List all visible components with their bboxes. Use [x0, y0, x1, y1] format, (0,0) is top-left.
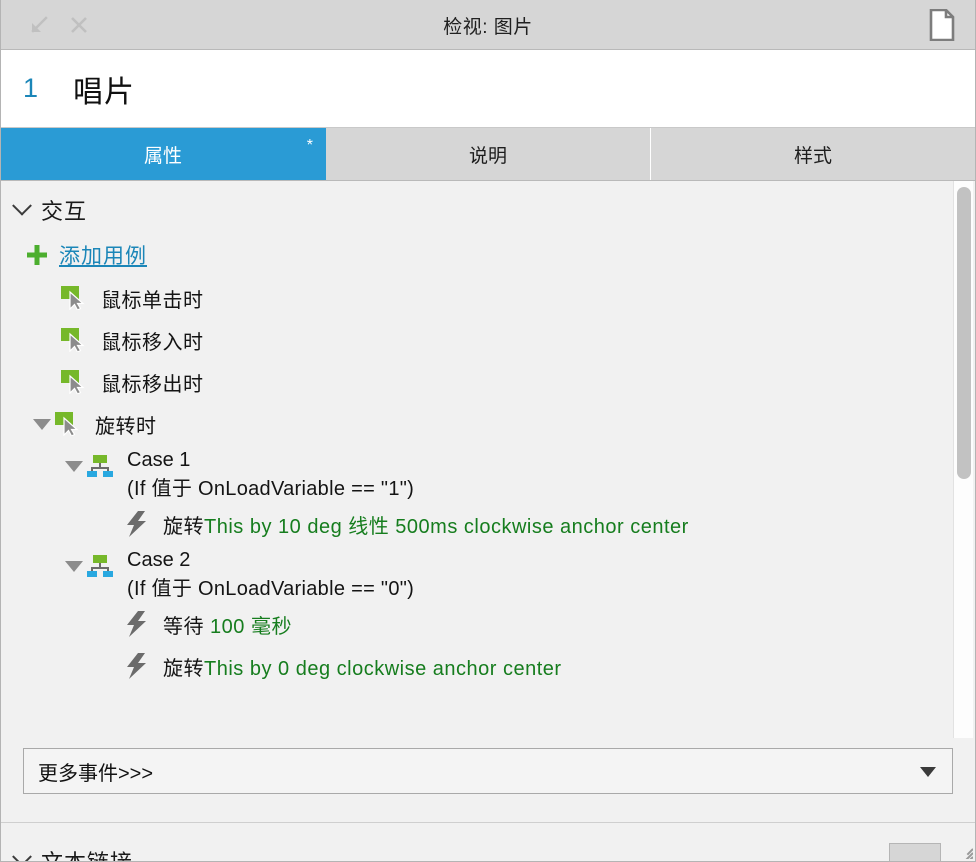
more-events-label: 更多事件>>> — [38, 762, 154, 785]
tree-row-event-rotate[interactable]: 旋转时 — [1, 403, 975, 445]
add-case-button[interactable]: 添加用例 — [1, 233, 975, 277]
case-hierarchy-icon — [87, 455, 113, 477]
tree-row-event-mouseenter[interactable]: 鼠标移入时 — [1, 319, 975, 361]
add-case-label: 添加用例 — [59, 245, 147, 268]
more-events-dropdown[interactable]: 更多事件>>> — [23, 748, 953, 794]
titlebar: 检视: 图片 — [1, 0, 975, 50]
tab-properties-label: 属性 — [143, 145, 182, 167]
window-title: 检视: 图片 — [443, 16, 533, 38]
resize-grip-icon[interactable] — [955, 841, 973, 859]
case-title: Case 2 — [127, 549, 191, 571]
inspector-panel: 检视: 图片 1 唱片 属性 * 说明 样式 交互 添加用例 鼠标单击时 鼠标移… — [0, 0, 976, 862]
action-verb: 等待 — [163, 615, 204, 638]
section-header-interactions[interactable]: 交互 — [1, 187, 975, 233]
disclosure-triangle-icon[interactable] — [29, 403, 55, 445]
action-detail: This by 0 deg clockwise anchor center — [204, 657, 562, 680]
event-label: 鼠标移出时 — [101, 373, 204, 396]
event-cursor-icon — [61, 286, 87, 311]
bottom-section-label: 文本链接 — [41, 845, 133, 861]
action-detail: 100 毫秒 — [204, 615, 292, 638]
case-condition: (If 值于 OnLoadVariable == "0") — [127, 578, 415, 600]
event-cursor-icon — [55, 412, 81, 437]
case-condition: (If 值于 OnLoadVariable == "1") — [127, 478, 415, 500]
action-verb: 旋转 — [163, 657, 204, 680]
tab-style[interactable]: 样式 — [651, 128, 975, 180]
plus-icon — [25, 243, 49, 267]
bottom-button[interactable] — [889, 843, 941, 861]
event-label: 鼠标单击时 — [101, 289, 204, 312]
section-title: 交互 — [41, 199, 88, 224]
tab-modified-marker: * — [306, 137, 313, 154]
tab-style-label: 样式 — [793, 145, 832, 167]
tab-bar: 属性 * 说明 样式 — [1, 128, 975, 181]
chevron-down-icon — [12, 846, 32, 861]
event-cursor-icon — [61, 370, 87, 395]
vertical-scrollbar[interactable] — [953, 181, 973, 738]
case-hierarchy-icon — [87, 555, 113, 577]
document-icon[interactable] — [925, 0, 959, 50]
tree-row-action[interactable]: 等待 100 毫秒 — [1, 603, 975, 645]
tree-row-action[interactable]: 旋转This by 0 deg clockwise anchor center — [1, 645, 975, 687]
action-verb: 旋转 — [163, 515, 204, 538]
lightning-bolt-icon — [127, 611, 149, 637]
lightning-bolt-icon — [127, 511, 149, 537]
scrollbar-thumb[interactable] — [957, 187, 971, 479]
interactions-tree: 交互 添加用例 鼠标单击时 鼠标移入时 鼠标移出时 旋转时 Case 1 (If… — [1, 181, 975, 687]
action-detail: This by 10 deg 线性 500ms clockwise anchor… — [204, 515, 689, 538]
event-cursor-icon — [61, 328, 87, 353]
tab-notes-label: 说明 — [468, 145, 507, 167]
event-label: 旋转时 — [95, 415, 157, 438]
widget-name-bar: 1 唱片 — [1, 50, 975, 128]
tree-row-case[interactable]: Case 2 (If 值于 OnLoadVariable == "0") — [1, 545, 975, 603]
tree-row-case[interactable]: Case 1 (If 值于 OnLoadVariable == "1") — [1, 445, 975, 503]
event-label: 鼠标移入时 — [101, 331, 204, 354]
chevron-down-icon — [12, 195, 32, 216]
disclosure-triangle-icon[interactable] — [61, 545, 87, 587]
widget-index: 1 — [23, 73, 39, 103]
section-header-text-link[interactable]: 文本链接 — [12, 845, 133, 861]
widget-name[interactable]: 唱片 — [73, 67, 135, 111]
lightning-bolt-icon — [127, 653, 149, 679]
tree-row-event-click[interactable]: 鼠标单击时 — [1, 277, 975, 319]
tree-row-event-mouseleave[interactable]: 鼠标移出时 — [1, 361, 975, 403]
case-title: Case 1 — [127, 449, 191, 471]
chevron-down-icon — [920, 767, 936, 777]
tree-row-action[interactable]: 旋转This by 10 deg 线性 500ms clockwise anch… — [1, 503, 975, 545]
bottom-section: 文本链接 — [1, 823, 975, 861]
tab-notes[interactable]: 说明 — [326, 128, 651, 180]
more-events-bar: 更多事件>>> — [1, 738, 975, 823]
interactions-panel: 交互 添加用例 鼠标单击时 鼠标移入时 鼠标移出时 旋转时 Case 1 (If… — [1, 181, 975, 738]
disclosure-triangle-icon[interactable] — [61, 445, 87, 487]
tab-properties[interactable]: 属性 * — [1, 128, 326, 180]
